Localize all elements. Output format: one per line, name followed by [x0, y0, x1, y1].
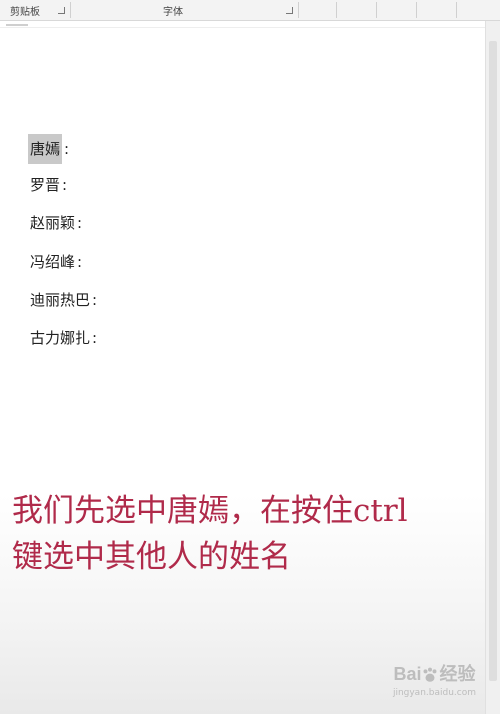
- watermark-url: jingyan.baidu.com: [392, 688, 476, 698]
- caption-line-1: 我们先选中唐嫣，在按住ctrl: [12, 493, 408, 529]
- name-text[interactable]: 赵丽颖: [30, 212, 75, 234]
- name-text[interactable]: 罗晋: [30, 174, 60, 196]
- name-line-6[interactable]: 古力娜扎:: [30, 327, 97, 349]
- name-line-5[interactable]: 迪丽热巴:: [30, 289, 97, 311]
- name-line-2[interactable]: 罗晋:: [30, 174, 67, 196]
- ruler: [0, 21, 486, 28]
- clipboard-dialog-launcher-icon[interactable]: [58, 7, 65, 14]
- name-text[interactable]: 迪丽热巴: [30, 289, 90, 311]
- clipboard-group-label: 剪贴板: [10, 7, 40, 18]
- scrollbar-thumb[interactable]: [489, 41, 497, 681]
- name-line-3[interactable]: 赵丽颖:: [30, 212, 82, 234]
- vertical-scrollbar[interactable]: [485, 21, 500, 714]
- ribbon-group-footer: 剪贴板 字体: [0, 0, 500, 21]
- ruler-indent-marker[interactable]: [6, 24, 28, 26]
- document-page[interactable]: [0, 28, 486, 714]
- caption-line-2: 键选中其他人的姓名: [12, 539, 291, 575]
- group-separator: [456, 2, 457, 18]
- name-line-4[interactable]: 冯绍峰:: [30, 251, 82, 273]
- baidu-jingyan-watermark: Bai 经验 jingyan.baidu.com: [393, 660, 476, 698]
- group-separator: [416, 2, 417, 18]
- name-text[interactable]: 古力娜扎: [30, 327, 90, 349]
- watermark-logo: Bai 经验: [393, 664, 476, 684]
- selected-name[interactable]: 唐嫣: [28, 134, 63, 164]
- group-separator: [336, 2, 337, 18]
- paw-icon: [423, 667, 437, 682]
- group-separator: [70, 2, 71, 18]
- group-separator: [376, 2, 377, 18]
- font-dialog-launcher-icon[interactable]: [286, 7, 293, 14]
- font-group-label: 字体: [163, 7, 183, 18]
- name-line-1[interactable]: 唐嫣:: [28, 134, 69, 164]
- group-separator: [298, 2, 299, 18]
- name-text[interactable]: 冯绍峰: [30, 251, 75, 273]
